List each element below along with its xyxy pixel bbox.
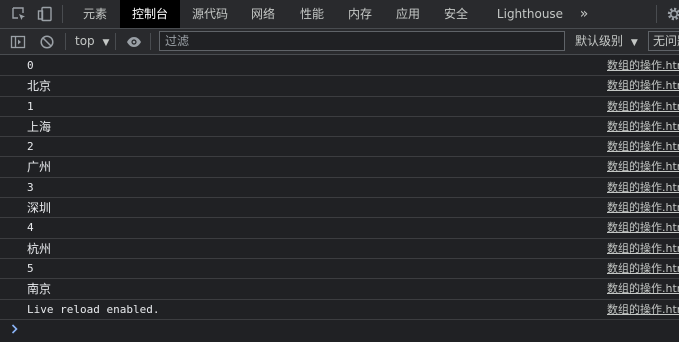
console-message: Live reload enabled. 数组的操作.html:24 [0,300,679,320]
prompt-chevron-icon [11,324,18,334]
source-link[interactable]: 数组的操作.html:24 [607,117,679,137]
console-message: 3 数组的操作.html:24 [0,178,679,199]
console-message: 杭州 数组的操作.html:24 [0,239,679,259]
console-message: 4 数组的操作.html:24 [0,218,679,239]
source-link[interactable]: 数组的操作.html:24 [607,279,679,299]
source-link[interactable]: 数组的操作.html:24 [607,56,679,76]
log-levels-label: 默认级别 [575,34,624,48]
message-text: 0 [27,59,34,72]
console-message: 广州 数组的操作.html:24 [0,157,679,178]
console-prompt[interactable] [0,320,679,340]
tab-console[interactable]: 控制台 [120,0,180,28]
settings-gear-icon[interactable] [666,6,679,22]
tab-sources[interactable]: 源代码 [184,0,236,28]
divider [65,33,66,50]
source-link[interactable]: 数组的操作.html:24 [607,137,679,157]
source-link[interactable]: 数组的操作.html:24 [607,259,679,279]
message-text: 深圳 [27,201,52,216]
live-expression-eye-icon[interactable] [126,34,142,50]
divider [150,33,151,50]
message-text: 杭州 [27,241,52,256]
context-selector[interactable]: top ▼ [75,29,109,54]
divider [115,33,116,50]
message-text: 南京 [27,282,52,297]
message-text: 2 [27,140,34,154]
clear-console-icon[interactable] [39,34,55,50]
chevron-down-icon: ▼ [102,38,110,48]
message-text: 3 [27,180,34,194]
message-text: 4 [27,221,34,235]
divider [62,5,63,23]
message-text: Live reload enabled. [27,302,160,316]
tab-lighthouse[interactable]: Lighthouse [490,0,570,28]
source-link[interactable]: 数组的操作.html:24 [607,300,679,320]
inspect-element-icon[interactable] [11,6,27,22]
console-message: 2 数组的操作.html:24 [0,137,679,158]
console-message: 深圳 数组的操作.html:24 [0,198,679,219]
source-link[interactable]: 数组的操作.html:24 [607,239,679,259]
tab-performance[interactable]: 性能 [290,0,334,28]
tab-network[interactable]: 网络 [241,0,285,28]
context-label: top [75,34,95,48]
console-message: 0 数组的操作.html:24 [0,56,679,77]
source-link[interactable]: 数组的操作.html:24 [607,198,679,218]
message-text: 5 [27,261,34,275]
console-message: 1 数组的操作.html:24 [0,97,679,117]
chevron-down-icon: ▼ [630,38,638,48]
console-message: 南京 数组的操作.html:24 [0,279,679,300]
console-toolbar: top ▼ 过滤 默认级别 ▼ 无问题 [0,29,679,55]
devtools-tab-bar: 元素 控制台 源代码 网络 性能 内存 应用 安全 Lighthouse » [0,0,679,29]
log-levels-dropdown[interactable]: 默认级别 ▼ [575,29,638,54]
message-text: 1 [27,99,34,113]
divider [656,5,657,23]
show-sidebar-icon[interactable] [10,34,26,50]
tab-application[interactable]: 应用 [386,0,430,28]
console-message: 北京 数组的操作.html:24 [0,76,679,97]
source-link[interactable]: 数组的操作.html:24 [607,97,679,117]
tab-elements[interactable]: 元素 [74,0,116,28]
console-message: 5 数组的操作.html:24 [0,259,679,280]
filter-input[interactable]: 过滤 [159,31,565,51]
issues-button[interactable]: 无问题 [648,31,679,51]
source-link[interactable]: 数组的操作.html:24 [607,157,679,177]
source-link[interactable]: 数组的操作.html:24 [607,76,679,96]
console-messages: 0 数组的操作.html:24 北京 数组的操作.html:24 1 数组的操作… [0,56,679,340]
source-link[interactable]: 数组的操作.html:24 [607,218,679,238]
message-text: 广州 [27,160,52,175]
device-toolbar-icon[interactable] [37,6,53,22]
more-tabs-button[interactable]: » [574,0,594,28]
message-text: 上海 [27,119,52,134]
message-text: 北京 [27,79,52,94]
console-message: 上海 数组的操作.html:24 [0,117,679,138]
tab-security[interactable]: 安全 [434,0,478,28]
source-link[interactable]: 数组的操作.html:24 [607,178,679,198]
tab-memory[interactable]: 内存 [338,0,382,28]
